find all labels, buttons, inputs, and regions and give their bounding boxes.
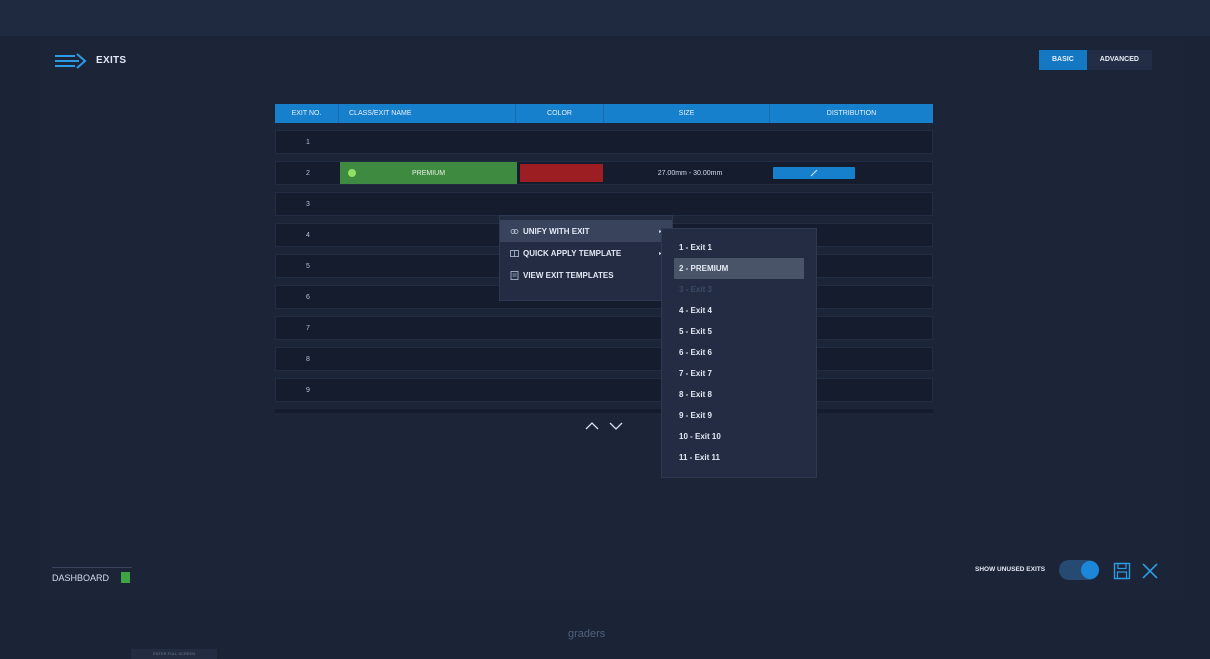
submenu-item-exit-2[interactable]: 2 - PREMIUM [674, 258, 804, 279]
exit-number: 6 [306, 293, 310, 301]
exit-arrows-icon [55, 53, 87, 69]
exit-number: 3 [306, 200, 310, 208]
submenu-item-exit-3: 3 - Exit 3 [679, 285, 712, 294]
show-unused-exits-toggle[interactable] [1059, 560, 1099, 580]
exit-number: 8 [306, 355, 310, 363]
submenu-item-exit-1[interactable]: 1 - Exit 1 [662, 237, 816, 258]
submenu-item-exit-8[interactable]: 8 - Exit 8 [662, 384, 816, 405]
menu-item-quick-apply-template[interactable]: QUICK APPLY TEMPLATE ▸ [500, 242, 672, 264]
size-range[interactable]: 27.00mm - 30.00mm [607, 170, 773, 177]
exit-number: 1 [306, 138, 310, 146]
table-row[interactable]: 2 PREMIUM 27.00mm - 30.00mm [275, 161, 933, 185]
toggle-knob [1081, 561, 1099, 579]
submenu-item-exit-5[interactable]: 5 - Exit 5 [662, 321, 816, 342]
class-name-cell[interactable]: PREMIUM [340, 162, 517, 184]
divider [52, 567, 132, 568]
col-size: SIZE [604, 104, 770, 123]
exit-number: 9 [306, 386, 310, 394]
chevron-down-icon[interactable] [609, 422, 623, 430]
class-name: PREMIUM [411, 169, 446, 177]
pencil-icon [810, 169, 818, 177]
menu-item-label: UNIFY WITH EXIT [523, 226, 590, 236]
advanced-mode-button[interactable]: ADVANCED [1086, 50, 1152, 70]
exit-number: 2 [306, 169, 310, 177]
chevron-up-icon[interactable] [585, 422, 599, 430]
menu-item-unify-with-exit[interactable]: UNIFY WITH EXIT ▸ [500, 220, 672, 242]
col-exit-no: EXIT NO. [275, 104, 339, 123]
enter-full-screen-button[interactable]: ENTER FULL SCREEN [131, 649, 217, 659]
submenu-item-exit-9[interactable]: 9 - Exit 9 [662, 405, 816, 426]
basic-mode-button[interactable]: BASIC [1039, 50, 1087, 70]
table-row[interactable]: 3 [275, 192, 933, 216]
mode-toggle: BASIC ADVANCED [1039, 50, 1152, 70]
submenu-item-exit-4[interactable]: 4 - Exit 4 [662, 300, 816, 321]
submenu-item-exit-11[interactable]: 11 - Exit 11 [662, 447, 816, 468]
menu-item-label: VIEW EXIT TEMPLATES [523, 270, 614, 280]
color-swatch[interactable] [520, 164, 603, 182]
graders-logo: graders [568, 628, 605, 640]
document-icon [510, 270, 519, 280]
submenu-item-exit-7[interactable]: 7 - Exit 7 [662, 363, 816, 384]
unify-exit-submenu: 1 - Exit 1 2 - PREMIUM 3 - Exit 3 4 - Ex… [661, 228, 817, 478]
row-context-menu: UNIFY WITH EXIT ▸ QUICK APPLY TEMPLATE ▸… [499, 215, 673, 301]
menu-item-label: QUICK APPLY TEMPLATE [523, 248, 622, 258]
link-icon [510, 228, 519, 234]
table-header: EXIT NO. CLASS/EXIT NAME COLOR SIZE DIST… [275, 104, 933, 123]
exit-number: 7 [306, 324, 310, 332]
page-title: EXITS [96, 55, 127, 66]
table-row-partial [275, 409, 933, 413]
dashboard-icon[interactable] [121, 572, 130, 583]
submenu-item-exit-10[interactable]: 10 - Exit 10 [662, 426, 816, 447]
exit-number: 4 [306, 231, 310, 239]
col-class-name: CLASS/EXIT NAME [339, 104, 516, 123]
distribution-edit-button[interactable] [773, 167, 855, 179]
col-distribution: DISTRIBUTION [826, 110, 877, 117]
save-icon[interactable] [1113, 562, 1131, 580]
template-icon [510, 249, 519, 257]
table-row[interactable]: 7 [275, 316, 933, 340]
submenu-item-exit-6[interactable]: 6 - Exit 6 [662, 342, 816, 363]
table-row[interactable]: 9 [275, 378, 933, 402]
logo-text: graders [568, 628, 606, 640]
exit-number: 5 [306, 262, 310, 270]
table-row[interactable]: 8 [275, 347, 933, 371]
top-strip [0, 0, 1210, 36]
menu-item-view-exit-templates[interactable]: VIEW EXIT TEMPLATES [500, 264, 672, 286]
show-unused-exits-label: SHOW UNUSED EXITS [975, 566, 1046, 573]
col-color: COLOR [516, 104, 604, 123]
exits-panel: EXITS BASIC ADVANCED EXIT NO. CLASS/EXIT… [39, 38, 1183, 600]
close-icon[interactable] [1141, 562, 1159, 580]
table-row[interactable]: 1 [275, 130, 933, 154]
dashboard-link[interactable]: DASHBOARD [52, 573, 109, 583]
table-scroll-arrows [585, 422, 623, 430]
